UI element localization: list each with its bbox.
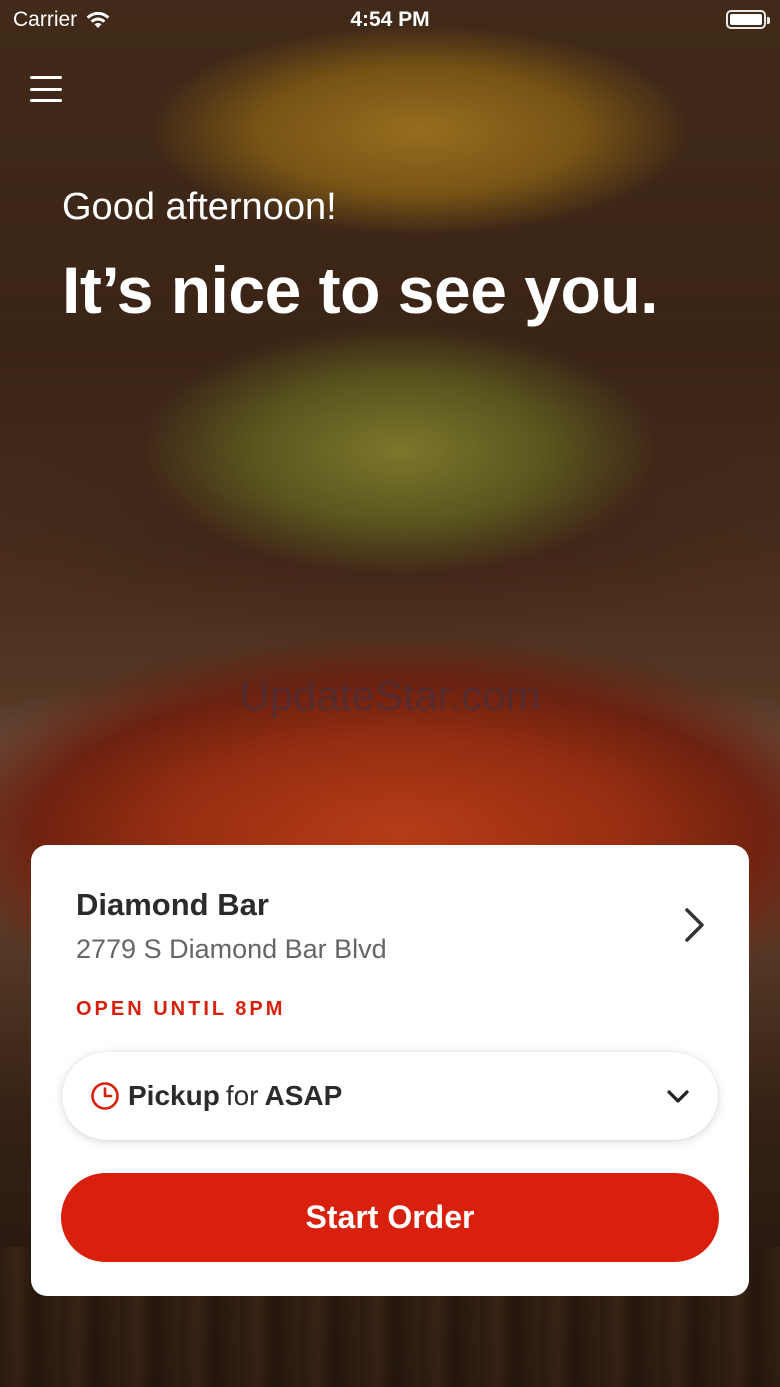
greeting-text: Good afternoon!: [62, 186, 337, 228]
status-bar: Carrier 4:54 PM: [0, 0, 780, 40]
location-card: Diamond Bar 2779 S Diamond Bar Blvd OPEN…: [31, 845, 749, 1296]
pickup-connector: for: [225, 1080, 259, 1111]
hamburger-menu-icon[interactable]: [30, 74, 62, 104]
battery-icon: [726, 10, 770, 29]
pickup-summary: Pickup for ASAP: [128, 1080, 342, 1112]
pickup-time-selector[interactable]: Pickup for ASAP: [62, 1052, 718, 1140]
pickup-mode: Pickup: [128, 1080, 220, 1111]
chevron-down-icon: [667, 1090, 689, 1103]
menu-line: [30, 99, 62, 102]
pickup-time: ASAP: [264, 1080, 343, 1111]
battery-nub: [767, 17, 770, 24]
store-address[interactable]: 2779 S Diamond Bar Blvd: [76, 934, 387, 965]
status-time: 4:54 PM: [350, 8, 430, 31]
store-name[interactable]: Diamond Bar: [76, 887, 269, 923]
menu-line: [30, 76, 62, 79]
watermark: UpdateStar.com: [239, 672, 541, 719]
menu-line: [30, 87, 62, 91]
battery-level: [730, 14, 762, 25]
headline-text: It’s nice to see you.: [62, 253, 658, 327]
clock-icon: [91, 1082, 119, 1110]
start-order-button[interactable]: Start Order: [61, 1173, 719, 1262]
store-hours: OPEN UNTIL 8PM: [76, 998, 286, 1020]
chevron-right-icon[interactable]: [679, 905, 709, 945]
